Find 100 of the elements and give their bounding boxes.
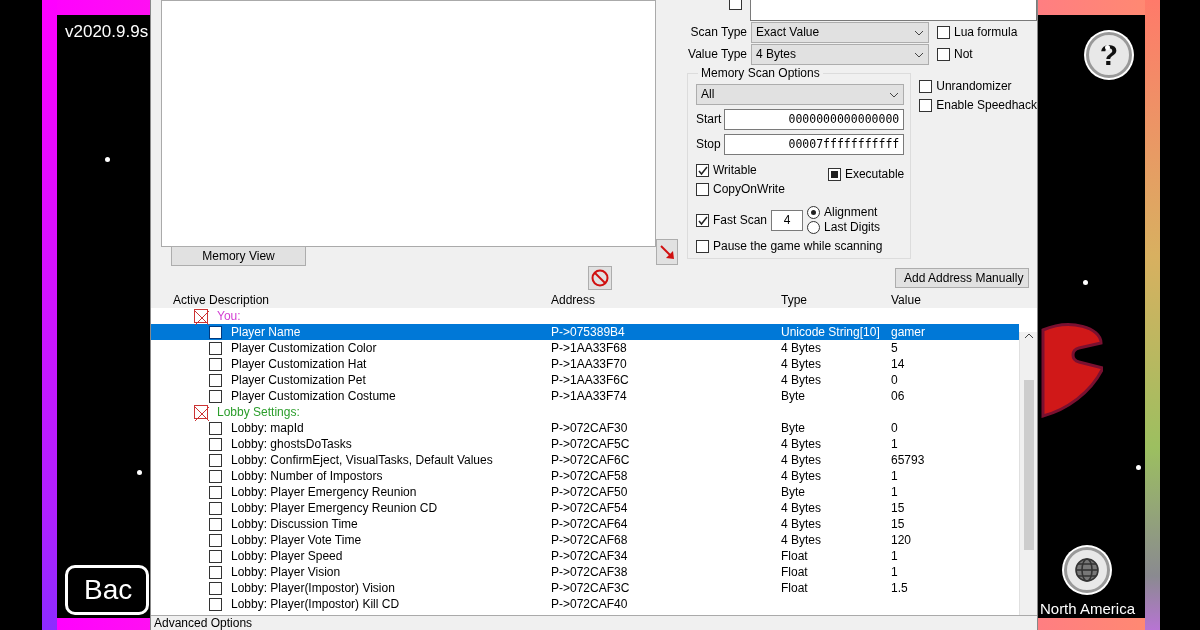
type-cell-text: Byte [781, 388, 806, 404]
advanced-options-bar[interactable]: Advanced Options [151, 615, 1037, 630]
group-checkbox[interactable] [194, 309, 208, 323]
type-cell-text: 4 Bytes [781, 436, 823, 452]
radio-button[interactable] [807, 206, 821, 219]
field-label: Stop [696, 137, 720, 152]
table-row[interactable]: Lobby: ghostsDoTasks P->072CAF5C 4 Bytes 1 [151, 436, 1019, 452]
radio-label: Alignment [824, 205, 878, 220]
checkbox[interactable] [696, 240, 709, 253]
checkbox[interactable] [209, 501, 222, 515]
checkbox[interactable] [827, 168, 841, 181]
checkbox[interactable] [209, 533, 222, 547]
type-cell-text: 4 Bytes [781, 516, 823, 532]
value-cell: 1 [891, 484, 898, 500]
description-cell: You: [217, 308, 241, 324]
region-button[interactable] [1064, 547, 1111, 593]
value-cell: 1.5 [891, 580, 908, 596]
chevron-down-icon [889, 91, 900, 98]
chevron-down-icon [914, 29, 924, 36]
checkbox[interactable] [729, 0, 742, 10]
table-row[interactable]: Lobby: Player Speed P->072CAF34 Float 1 [151, 548, 1019, 564]
arrow-button[interactable] [656, 239, 678, 265]
checkbox[interactable] [209, 469, 222, 483]
checkbox[interactable] [209, 453, 222, 467]
checkbox[interactable] [209, 437, 222, 451]
input-field[interactable]: 4 [771, 209, 804, 231]
checkbox[interactable] [209, 421, 222, 435]
address-cell-text: P->1AA33F6C [551, 372, 630, 388]
description-cell: Lobby: Discussion Time [231, 516, 358, 532]
table-row[interactable]: Player Name P->075389B4 Unicode String[10] gamer [151, 324, 1019, 340]
dropdown[interactable]: 4 Bytes [751, 44, 929, 65]
checkbox[interactable] [937, 26, 950, 39]
type-cell-text: Byte [781, 420, 806, 436]
address-cell-text: P->072CAF40 [551, 596, 629, 612]
scrollbar[interactable] [1019, 332, 1037, 615]
checkbox-label: Unrandomizer [936, 79, 1012, 94]
input-field[interactable] [750, 0, 1037, 21]
table-row[interactable]: Lobby: Player(Impostor) Kill CD P->072CAF40 [151, 596, 1019, 612]
value-cell: 1 [891, 436, 898, 452]
checkbox[interactable] [919, 99, 933, 112]
table-row[interactable]: Lobby Settings: [151, 404, 1019, 420]
field-label: Value Type [687, 47, 747, 62]
table-row[interactable]: Lobby: Player Emergency Reunion CD P->072CAF54 4 Bytes 15 [151, 500, 1019, 516]
table-row[interactable]: Lobby: Player Emergency Reunion P->072CAF50 Byte 1 [151, 484, 1019, 500]
table-row[interactable]: Lobby: mapId P->072CAF30 Byte 0 [151, 420, 1019, 436]
checkbox[interactable] [209, 581, 222, 595]
input-field[interactable]: 00007fffffffffff [724, 134, 905, 155]
value-cell: 1 [891, 468, 898, 484]
checkbox[interactable] [209, 517, 222, 531]
checkbox-label: Fast Scan [713, 212, 768, 228]
input-field[interactable]: 0000000000000000 [724, 109, 905, 130]
description-cell: Lobby: Player Emergency Reunion [231, 484, 417, 500]
description-cell: Player Customization Costume [231, 388, 396, 404]
description-cell: Lobby Settings: [217, 404, 300, 420]
radio-button[interactable] [807, 221, 821, 234]
table-row[interactable]: You: [151, 308, 1019, 324]
description-cell: Lobby: Player Speed [231, 548, 343, 564]
table-row[interactable]: Lobby: Player Vision P->072CAF38 Float 1 [151, 564, 1019, 580]
table-row[interactable]: Lobby: Player Vote Time P->072CAF68 4 Bytes 120 [151, 532, 1019, 548]
stop-button[interactable] [588, 266, 612, 290]
type-cell-text: Unicode String[10] [781, 324, 881, 340]
checkbox[interactable] [209, 389, 222, 403]
checkbox[interactable] [209, 485, 222, 499]
type-cell-text: 4 Bytes [781, 532, 823, 548]
checkbox[interactable] [209, 341, 222, 355]
checkbox[interactable] [209, 549, 222, 563]
value-cell: 14 [891, 356, 905, 372]
checkbox[interactable] [696, 213, 709, 227]
checkbox[interactable] [696, 183, 709, 196]
table-row[interactable]: Lobby: ConfirmEject, VisualTasks, Default Values P->072CAF6C 4 Bytes 65793 [151, 452, 1019, 468]
description-cell: Lobby: ghostsDoTasks [231, 436, 352, 452]
scrollbar-thumb[interactable] [1023, 380, 1034, 550]
add-address-button[interactable]: Add Address Manually [895, 268, 1029, 288]
checkbox[interactable] [209, 373, 222, 387]
description-cell: Lobby: ConfirmEject, VisualTasks, Default Values [231, 452, 493, 468]
column-header: Type [781, 293, 808, 308]
group-checkbox[interactable] [194, 405, 208, 419]
dropdown[interactable]: Exact Value [751, 22, 929, 43]
checkbox[interactable] [209, 325, 222, 339]
back-button[interactable]: Bac [65, 564, 150, 615]
field-label: Start [696, 112, 720, 127]
table-row[interactable]: Player Customization Color P->1AA33F68 4 Bytes 5 [151, 340, 1019, 356]
value-cell: 1 [891, 564, 898, 580]
checkbox[interactable] [209, 597, 222, 611]
table-row[interactable]: Player Customization Hat P->1AA33F70 4 Bytes 14 [151, 356, 1019, 372]
description-cell: Player Customization Color [231, 340, 377, 356]
table-row[interactable]: Player Customization Costume P->1AA33F74 Byte 06 [151, 388, 1019, 404]
checkbox[interactable] [696, 164, 709, 177]
checkbox[interactable] [209, 357, 222, 371]
dropdown[interactable]: All [696, 84, 905, 105]
checkbox[interactable] [209, 565, 222, 579]
table-row[interactable]: Player Customization Pet P->1AA33F6C 4 Bytes 0 [151, 372, 1019, 388]
table-row[interactable]: Lobby: Discussion Time P->072CAF64 4 Bytes 15 [151, 516, 1019, 532]
table-row[interactable]: Lobby: Player(Impostor) Vision P->072CAF3C Float 1.5 [151, 580, 1019, 596]
memory-view-button[interactable]: Memory View [171, 246, 306, 266]
table-row[interactable]: Lobby: Number of Impostors P->072CAF58 4 Bytes 1 [151, 468, 1019, 484]
column-header: Address [551, 293, 597, 308]
checkbox[interactable] [937, 48, 950, 61]
checkbox[interactable] [919, 80, 933, 93]
address-cell-text: P->072CAF58 [551, 468, 629, 484]
